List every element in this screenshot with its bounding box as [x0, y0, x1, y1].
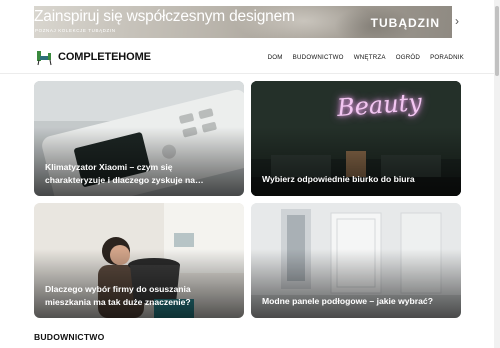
- main-nav: DOM BUDOWNICTWO WNĘTRZA OGRÓD PORADNIK: [268, 54, 464, 61]
- card-title[interactable]: Wybierz odpowiednie biurko do biura: [262, 173, 449, 186]
- article-card-panele[interactable]: Modne panele podłogowe – jakie wybrać?: [251, 203, 461, 318]
- ad-brand: TUBĄDZIN: [370, 16, 440, 30]
- nav-item-poradnik[interactable]: PORADNIK: [430, 54, 464, 61]
- header-divider: [0, 73, 500, 74]
- nav-item-ogrod[interactable]: OGRÓD: [396, 54, 420, 61]
- nav-item-dom[interactable]: DOM: [268, 54, 283, 61]
- ad-headline: Zainspiruj się współczesnym designem: [34, 8, 295, 25]
- scrollbar-thumb[interactable]: [495, 6, 499, 76]
- site-logo-text[interactable]: COMPLETEHOME: [58, 51, 151, 63]
- ad-subline: POZNAJ KOLEKCJE TUBĄDZIN: [35, 28, 116, 33]
- section-heading: BUDOWNICTWO: [34, 332, 105, 342]
- nav-item-wnetrza[interactable]: WNĘTRZA: [354, 54, 386, 61]
- chair-icon[interactable]: [36, 50, 53, 66]
- card-title[interactable]: Klimatyzator Xiaomi – czym się charakter…: [45, 161, 232, 186]
- article-card-biurko[interactable]: Beauty Wybierz odpowiednie biurko do biu…: [251, 81, 461, 196]
- card-title[interactable]: Dlaczego wybór firmy do osuszania mieszk…: [45, 283, 232, 308]
- neon-sign-text: Beauty: [336, 88, 423, 122]
- card-title[interactable]: Modne panele podłogowe – jakie wybrać?: [262, 295, 449, 308]
- nav-item-budownictwo[interactable]: BUDOWNICTWO: [293, 54, 344, 61]
- card-shade: [251, 249, 461, 318]
- page-scrollbar[interactable]: [494, 0, 500, 348]
- ad-banner[interactable]: Zainspiruj się współczesnym designem POZ…: [34, 6, 452, 38]
- site-header: COMPLETEHOME DOM BUDOWNICTWO WNĘTRZA OGR…: [34, 46, 464, 70]
- article-card-osuszanie[interactable]: Dlaczego wybór firmy do osuszania mieszk…: [34, 203, 244, 318]
- card-shade: [251, 127, 461, 196]
- chevron-right-icon[interactable]: ›: [452, 14, 462, 28]
- article-card-klimatyzator[interactable]: Klimatyzator Xiaomi – czym się charakter…: [34, 81, 244, 196]
